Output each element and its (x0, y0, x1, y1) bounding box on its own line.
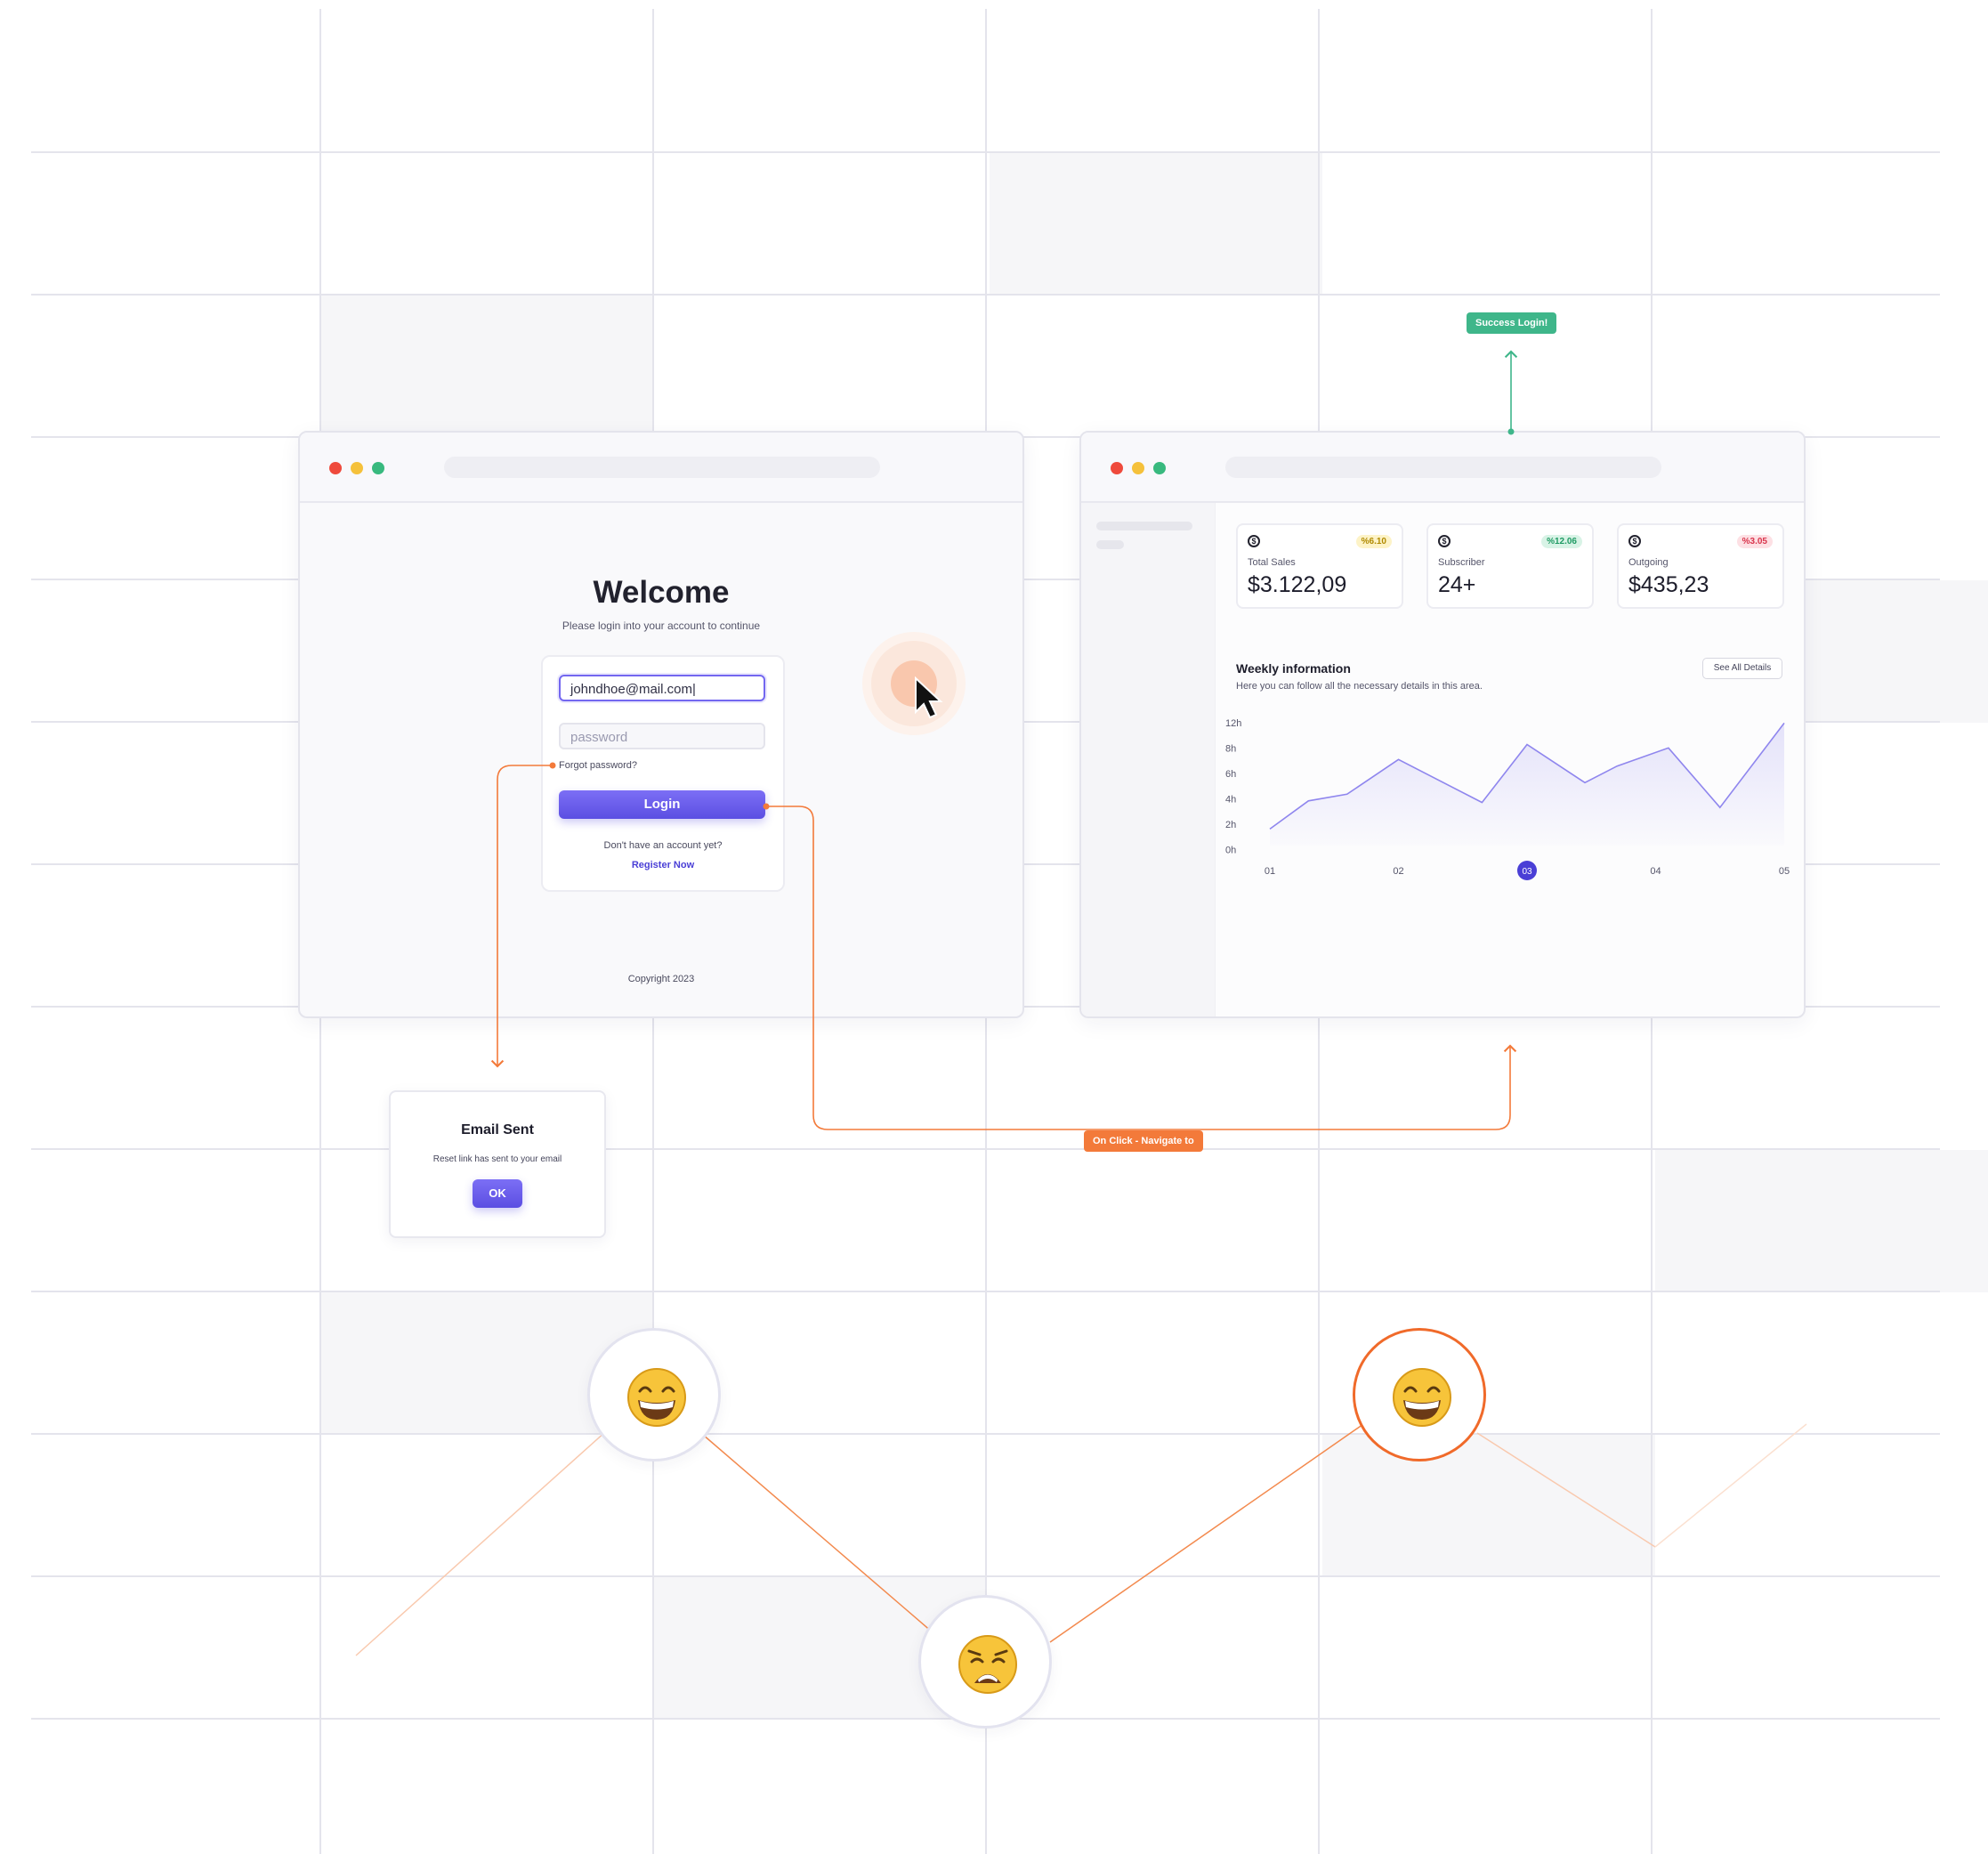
flow-canvas: Welcome Please login into your account t… (0, 0, 1988, 1854)
emotion-node-frustrated (918, 1595, 1052, 1729)
emotion-node-happy (1353, 1328, 1486, 1461)
email-sent-popup: Email Sent Reset link has sent to your e… (389, 1090, 606, 1238)
ok-button[interactable]: OK (473, 1179, 522, 1208)
popup-message: Reset link has sent to your email (432, 1154, 562, 1164)
weary-face-icon (958, 1635, 1017, 1694)
grinning-face-icon (627, 1368, 686, 1427)
flow-connectors (490, 350, 1518, 1130)
grinning-face-icon (1393, 1368, 1451, 1427)
navigate-tag: On Click - Navigate to (1084, 1130, 1203, 1152)
success-login-tag: Success Login! (1467, 312, 1557, 334)
popup-title: Email Sent (461, 1122, 534, 1137)
emotion-node-happy (587, 1328, 721, 1461)
